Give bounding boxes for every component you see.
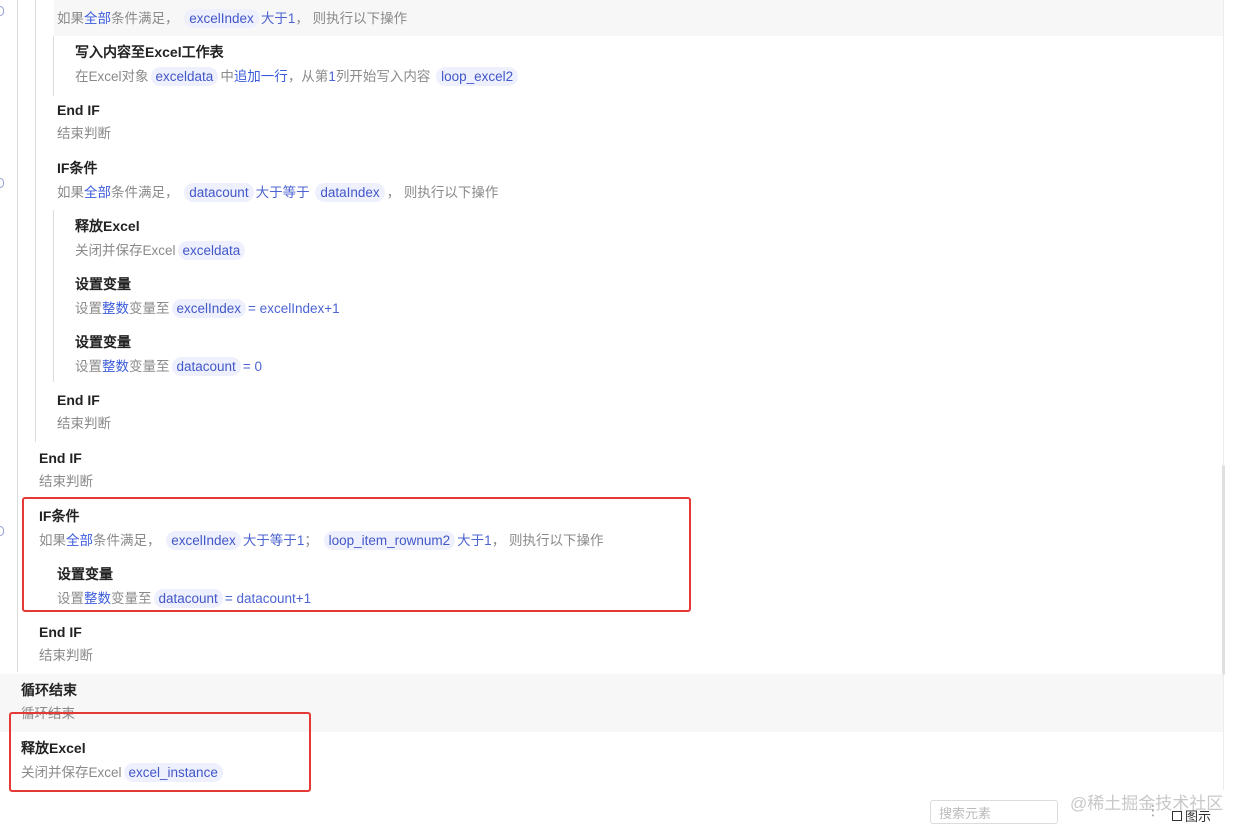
collapse-marker[interactable] [0,178,4,188]
highlight-box [22,497,691,612]
variable-pill: loop_excel2 [436,67,519,86]
variable-pill: exceldata [177,241,246,260]
step-description: 设置 整数 变量至 excelIndex = excelIndex+1 [75,299,340,318]
variable-pill: datacount [184,183,254,202]
step-title[interactable]: End IF [39,623,82,641]
step-description: 如果 全部 条件满足， excelIndex 大于 1， 则执行以下操作 [57,9,408,28]
more-options-icon[interactable]: ⋮ [1146,802,1160,819]
indent-guide-level2 [35,0,36,442]
step-title[interactable]: End IF [57,391,100,409]
indent-guide-level3a [53,36,54,96]
step-title[interactable]: 写入内容至Excel工作表 [75,43,224,61]
legend-button[interactable]: 图示 [1172,806,1211,825]
step-description: 结束判断 [57,416,111,431]
collapse-marker[interactable] [0,526,4,536]
step-description: 在Excel对象 exceldata 中追加一行 ，从第 1 列开始写入内容 loop_e… [75,67,520,86]
variable-pill: excelIndex [184,9,259,28]
step-title[interactable]: 循环结束 [21,681,77,699]
step-title[interactable]: End IF [57,101,100,119]
variable-pill: excelIndex [171,299,247,318]
variable-pill: dataIndex [315,183,385,202]
step-description: 结束判断 [57,126,111,141]
highlight-box [9,712,311,792]
variable-pill: exceldata [150,67,219,86]
step-description: 关闭并保存Excel exceldata [75,241,247,260]
search-input[interactable]: 搜索元素 [930,800,1058,824]
step-title[interactable]: 释放Excel [75,217,140,235]
step-description: 结束判断 [39,474,93,489]
step-title[interactable]: 设置变量 [75,275,131,293]
scrollbar-thumb[interactable] [1222,465,1225,675]
step-title[interactable]: 设置变量 [75,333,131,351]
step-description: 设置 整数 变量至 datacount = 0 [75,357,262,376]
step-description: 结束判断 [39,648,93,663]
legend-icon [1172,810,1182,821]
variable-pill: datacount [171,357,241,376]
indent-guide-level3b [53,210,54,382]
step-description: 如果 全部 条件满足， datacount 大于等于 dataIndex， 则执行以下… [57,183,499,202]
collapse-marker[interactable] [0,6,4,16]
step-title[interactable]: End IF [39,449,82,467]
flow-panel: 如果 全部 条件满足， excelIndex 大于 1， 则执行以下操作 写入内容至Ex… [0,0,1225,792]
step-title[interactable]: IF条件 [57,159,97,177]
indent-guide-level1 [17,0,18,672]
